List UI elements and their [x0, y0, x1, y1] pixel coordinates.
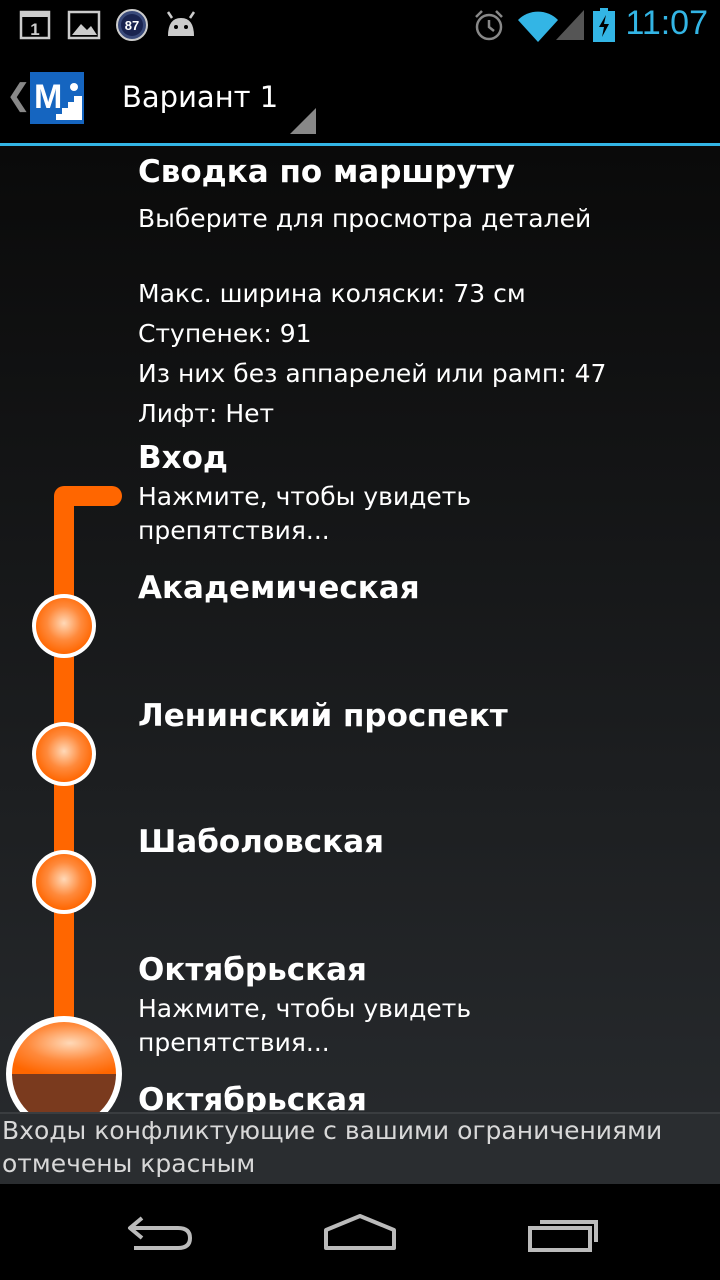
wifi-icon — [518, 11, 558, 42]
summary-steps: Ступенек: 91 — [138, 319, 312, 348]
summary-without-rails: Из них без аппарелей или рамп: 47 — [138, 359, 607, 388]
conflict-note: Входы конфликтующие с вашими ограничения… — [0, 1112, 720, 1184]
station-item[interactable]: Шаболовская — [138, 824, 384, 860]
next-station-title[interactable]: Октябрьская — [138, 1082, 367, 1112]
up-caret-icon[interactable]: ❮ — [6, 78, 31, 113]
clock: 11:07 — [625, 4, 708, 42]
station-marker-1 — [32, 594, 96, 658]
entrance-hint-line1: Нажмите, чтобы увидеть — [138, 482, 472, 511]
signal-icon — [556, 10, 584, 40]
summary-title[interactable]: Сводка по маршруту — [138, 154, 515, 190]
route-line-graphic — [6, 486, 122, 1112]
transfer-hint-line1: Нажмите, чтобы увидеть — [138, 994, 472, 1023]
entrance-title[interactable]: Вход — [138, 440, 228, 476]
alarm-icon — [475, 10, 503, 41]
variant-spinner[interactable]: Вариант 1 — [106, 50, 316, 140]
status-bar: 1 87 11:07 — [0, 0, 720, 50]
badge-icon: 87 — [116, 9, 148, 41]
navigation-bar — [0, 1184, 720, 1280]
image-icon — [67, 10, 101, 40]
action-bar: ❮ M Вариант 1 — [0, 50, 720, 146]
route-content[interactable]: Сводка по маршруту Выберите для просмотр… — [0, 146, 720, 1112]
calendar-icon: 1 — [19, 10, 51, 40]
android-icon — [166, 11, 196, 36]
home-icon[interactable] — [320, 1208, 400, 1258]
variant-spinner-value: Вариант 1 — [122, 80, 279, 114]
app-logo-icon[interactable]: M — [30, 72, 84, 124]
transfer-station-title[interactable]: Октябрьская — [138, 952, 367, 988]
summary-subtitle: Выберите для просмотра деталей — [138, 204, 592, 233]
station-marker-2 — [32, 722, 96, 786]
summary-elevator: Лифт: Нет — [138, 399, 275, 428]
svg-text:1: 1 — [30, 20, 39, 39]
summary-max-width: Макс. ширина коляски: 73 см — [138, 279, 526, 308]
conflict-note-line1: Входы конфликтующие с вашими ограничения… — [2, 1116, 663, 1145]
spinner-triangle-icon — [290, 108, 316, 134]
transfer-station-marker — [6, 1016, 122, 1112]
route-line — [54, 486, 122, 1086]
conflict-note-line2: отмечены красным — [2, 1149, 256, 1178]
station-item[interactable]: Академическая — [138, 570, 420, 606]
station-marker-3 — [32, 850, 96, 914]
back-icon[interactable] — [120, 1208, 200, 1258]
badge-count: 87 — [125, 18, 139, 33]
station-item[interactable]: Ленинский проспект — [138, 698, 508, 734]
app-logo-letter: M — [34, 78, 62, 116]
entrance-hint-line2: препятствия... — [138, 516, 330, 545]
battery-icon — [593, 8, 615, 42]
recent-apps-icon[interactable] — [522, 1208, 602, 1258]
transfer-hint-line2: препятствия... — [138, 1028, 330, 1057]
